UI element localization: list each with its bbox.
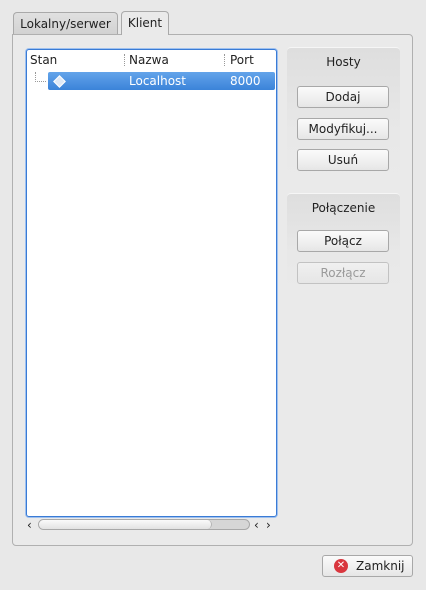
hosts-list[interactable]: Stan Nazwa Port Localhost 8000 <box>26 49 277 517</box>
remove-host-button[interactable]: Usuń <box>297 149 389 171</box>
scroll-left-button[interactable]: ‹ <box>254 518 264 532</box>
connection-group-title: Połączenie <box>311 201 376 215</box>
column-header-state[interactable]: Stan <box>30 50 57 70</box>
modify-host-button[interactable]: Modyfikuj... <box>297 118 389 140</box>
disconnect-button[interactable]: Rozłącz <box>297 262 389 284</box>
connect-button[interactable]: Połącz <box>297 230 389 252</box>
scroll-right-button[interactable]: › <box>266 518 276 532</box>
add-host-button[interactable]: Dodaj <box>297 86 389 108</box>
column-separator <box>224 54 226 66</box>
column-header-port[interactable]: Port <box>230 50 254 70</box>
close-icon: ✕ <box>334 559 348 573</box>
scroll-left-arrow[interactable]: ‹ <box>27 518 37 532</box>
tab-local-server[interactable]: Lokalny/serwer <box>13 12 118 34</box>
horizontal-scrollbar-track[interactable] <box>38 519 250 530</box>
tab-client[interactable]: Klient <box>121 11 169 35</box>
row-name: Localhost <box>129 74 187 88</box>
row-port: 8000 <box>230 74 261 88</box>
column-separator <box>124 54 126 66</box>
column-header-name[interactable]: Nazwa <box>129 50 169 70</box>
close-button-label: Zamknij <box>356 559 405 573</box>
hosts-group-title: Hosty <box>326 55 361 69</box>
tree-branch-line <box>35 72 46 82</box>
table-row[interactable]: Localhost 8000 <box>48 72 275 90</box>
close-button[interactable]: ✕ Zamknij <box>322 555 413 577</box>
status-icon <box>53 75 66 88</box>
horizontal-scrollbar-thumb[interactable] <box>39 520 212 529</box>
